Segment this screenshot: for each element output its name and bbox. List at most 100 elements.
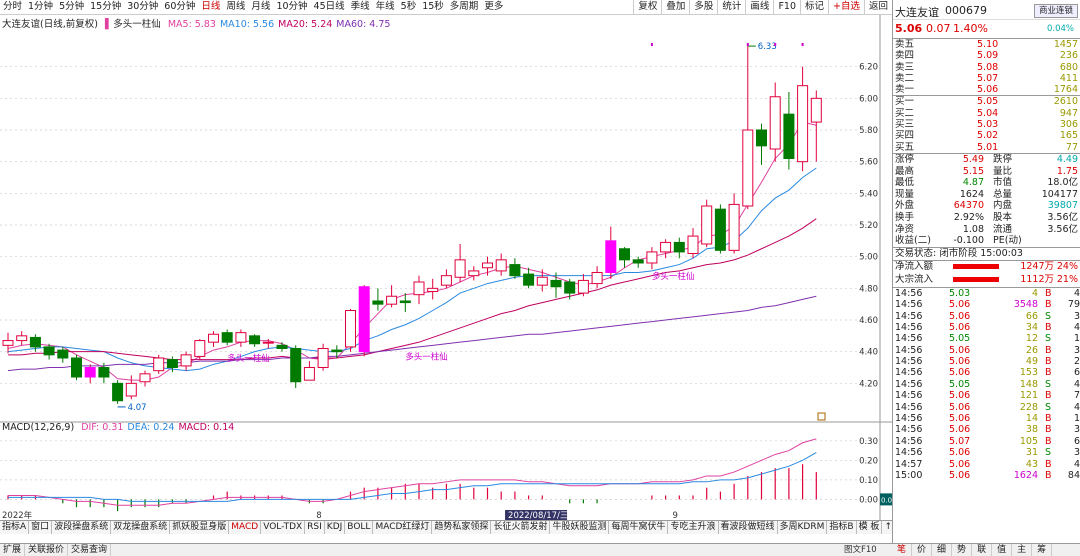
status-item-0[interactable]: 扩展: [0, 544, 26, 556]
tick-count: 4: [1073, 378, 1080, 390]
quote-tab-1[interactable]: 价: [912, 544, 933, 556]
quote-tab-4[interactable]: 联: [972, 544, 993, 556]
indicator-tab-11[interactable]: 趋势私家领探: [432, 521, 492, 534]
indicator-tab-14[interactable]: 每周牛窝伏牛: [609, 521, 669, 534]
status-item-2[interactable]: 交易查询: [68, 544, 112, 556]
sell-row-1: 卖四 5.09 236: [893, 50, 1080, 61]
tick-side: B: [1045, 435, 1052, 447]
indicator-tab-15[interactable]: 专吃主升浪: [668, 521, 719, 534]
quote-tab-6[interactable]: 主: [1012, 544, 1033, 556]
period-tab-15[interactable]: 多周期: [447, 0, 482, 14]
quote-tab-5[interactable]: 值: [992, 544, 1013, 556]
tool-button-4[interactable]: 画线: [745, 0, 773, 15]
indicator-tab-1[interactable]: 窗口: [29, 521, 53, 534]
chart-area[interactable]: 6.20 6.00 5.80 5.60 5.40 5.20 5.00 4.80 4.60 4.40…: [0, 15, 892, 520]
stat-label: 涨停: [895, 153, 915, 165]
candle-body: [769, 96, 781, 150]
quote-tab-2[interactable]: 细: [932, 544, 953, 556]
indicator-tab-19[interactable]: 模 板: [857, 521, 883, 534]
sector-badge[interactable]: 商业连锁: [1034, 4, 1078, 18]
signal-legend-icon: ▌: [104, 19, 113, 30]
indicator-tab-18[interactable]: 指标B: [827, 521, 857, 534]
candle-body: [153, 357, 165, 372]
indicator-tab-13[interactable]: 牛股妖股监测: [550, 521, 610, 534]
stat-row-5: 换手 2.92% 股本 3.56亿: [893, 212, 1080, 224]
sell-volume: 411: [1059, 72, 1078, 84]
indicator-tab-2[interactable]: 波段操盘系统: [52, 521, 112, 534]
period-tab-14[interactable]: 15秒: [419, 0, 447, 14]
tick-volume: 14: [1025, 413, 1038, 425]
indicator-tab-5[interactable]: MACD: [229, 521, 262, 534]
period-tab-2[interactable]: 5分钟: [56, 0, 87, 14]
indicator-tab-9[interactable]: BOLL: [345, 521, 374, 534]
period-tab-13[interactable]: 5秒: [398, 0, 420, 14]
indicator-tab-8[interactable]: KDJ: [325, 521, 346, 534]
candle-body: [249, 335, 261, 345]
buy-volume: 306: [1059, 119, 1078, 131]
quote-panel: 大连友谊 000679 商业连锁 5.06 0.07 1.40% 0.04% 卖…: [892, 0, 1080, 543]
date-label: 2022/08/17/三: [508, 511, 568, 520]
period-tab-7[interactable]: 周线: [223, 0, 248, 14]
period-tab-1[interactable]: 1分钟: [25, 0, 56, 14]
tool-button-0[interactable]: 复权: [633, 0, 661, 15]
f10-label[interactable]: 图文F10: [844, 544, 877, 556]
period-tab-12[interactable]: 年线: [373, 0, 398, 14]
indicator-tab-12[interactable]: 长征火箭发射: [491, 521, 551, 534]
tick-row-6: 14:56 5.06 49 B 2: [893, 356, 1080, 367]
tool-button-6[interactable]: 标记: [800, 0, 828, 15]
period-tab-9[interactable]: 10分钟: [273, 0, 310, 14]
indicator-tab-0[interactable]: 指标A: [0, 521, 30, 534]
tick-count: 84: [1067, 469, 1080, 481]
indicator-tab-6[interactable]: VOL-TDX: [261, 521, 306, 534]
period-tab-11[interactable]: 季线: [348, 0, 373, 14]
quote-tab-7[interactable]: 筹: [1032, 544, 1053, 556]
indicator-tab-20[interactable]: ↑: [882, 521, 892, 534]
indicator-tab-16[interactable]: 看波段做短线: [719, 521, 778, 534]
candle-body: [57, 349, 69, 359]
tool-button-3[interactable]: 统计: [717, 0, 745, 15]
indicator-tab-10[interactable]: MACD红绿灯: [373, 521, 433, 534]
candle-body: [331, 349, 343, 353]
tool-button-2[interactable]: 多股: [689, 0, 717, 15]
candle-body: [632, 259, 644, 264]
indicator-tab-4[interactable]: 抓妖股显身版: [170, 521, 230, 534]
period-tab-5[interactable]: 60分钟: [161, 0, 198, 14]
sell-price: 5.08: [977, 61, 999, 73]
trade-state: 交易状态: 闭市阶段 15:00:03: [893, 246, 1080, 260]
tool-button-7[interactable]: +自选: [828, 0, 864, 15]
quote-tab-3[interactable]: 势: [952, 544, 973, 556]
indicator-tab-7[interactable]: RSI: [305, 521, 325, 534]
ma-label-3: MA60: 4.75: [336, 19, 391, 30]
kline-chart[interactable]: 6.20 6.00 5.80 5.60 5.40 5.20 5.00 4.80 4.60 4.40…: [0, 15, 892, 520]
tick-row-5: 14:56 5.06 26 B 3: [893, 345, 1080, 356]
tick-list: 14:56 5.03 4 B 4 14:56 5.06 3548 B 79 14:56 5.06 66 S…: [893, 286, 1080, 482]
stat-row-1: 最高 5.15 量比 1.75: [893, 166, 1080, 178]
period-tab-8[interactable]: 月线: [248, 0, 273, 14]
period-tab-0[interactable]: 分时: [0, 0, 25, 14]
buy-volume: 2610: [1053, 96, 1078, 108]
status-item-1[interactable]: 关联报价: [25, 544, 69, 556]
indicator-tab-3[interactable]: 双龙操盘系统: [111, 521, 171, 534]
tool-button-5[interactable]: F10: [773, 0, 800, 15]
candle-body: [139, 373, 151, 383]
period-tab-4[interactable]: 30分钟: [124, 0, 161, 14]
tool-button-1[interactable]: 叠加: [661, 0, 689, 15]
tick-row-9: 14:56 5.06 121 B 7: [893, 390, 1080, 401]
tick-time: 14:56: [895, 333, 923, 345]
last-price: 5.06: [895, 22, 923, 35]
quote-tab-0[interactable]: 笔: [892, 544, 913, 556]
tool-button-8[interactable]: 返回: [863, 0, 892, 15]
indicator-tab-17[interactable]: 多周KDRM: [778, 521, 828, 534]
period-tab-3[interactable]: 15分钟: [87, 0, 124, 14]
tick-price: 5.06: [949, 424, 971, 436]
stat-value-2: 39807: [1047, 200, 1078, 212]
sell-book: 卖五 5.10 1457 卖四 5.09 236 卖三 5.08 680 卖二 5.07 411 卖一 5…: [893, 38, 1080, 95]
tick-row-4: 14:56 5.05 12 S 1: [893, 333, 1080, 344]
period-tab-10[interactable]: 45日线: [311, 0, 348, 14]
period-tab-6[interactable]: 日线: [198, 0, 223, 14]
quote-tabs: 笔价细势联值主筹 图文F10: [844, 543, 1080, 556]
flow-value: 1247万: [1020, 260, 1054, 272]
candle-body: [317, 348, 329, 368]
period-tab-16[interactable]: 更多: [481, 0, 506, 14]
price-tick-label: 5.00: [859, 253, 878, 263]
